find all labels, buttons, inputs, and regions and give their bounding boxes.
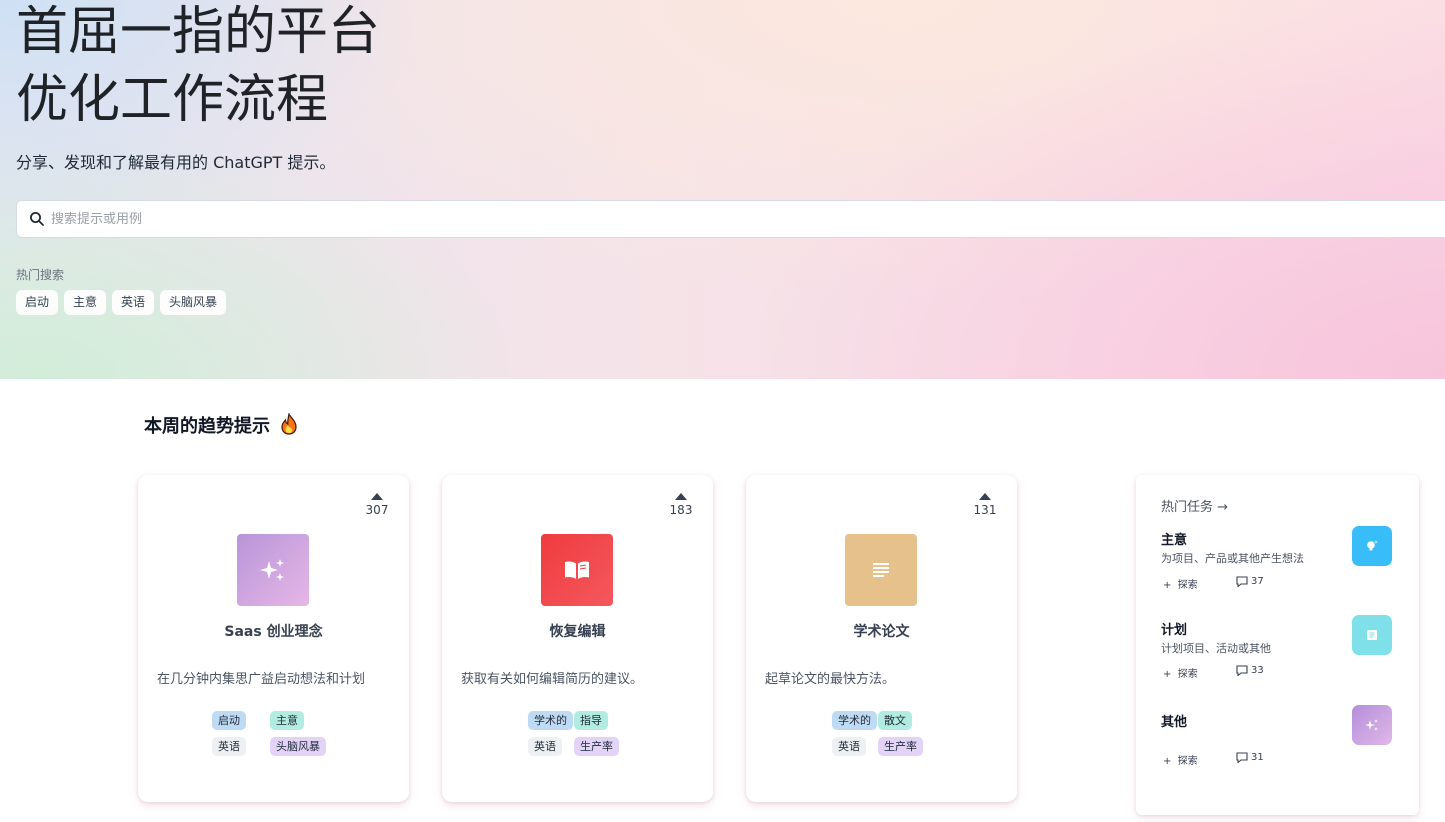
lightbulb-icon <box>1352 526 1392 566</box>
hero-title-line1: 首屈一指的平台 <box>16 2 381 62</box>
clipboard-icon <box>1352 615 1392 655</box>
hero-banner: 首屈一指的平台 优化工作流程 分享、发现和了解最有用的 ChatGPT 提示。 … <box>0 0 1445 379</box>
trending-title-text: 本周的趋势提示 <box>144 416 270 437</box>
comments-value: 37 <box>1251 576 1264 587</box>
card-tag[interactable]: 英语 <box>212 737 246 756</box>
plus-icon: + <box>1163 756 1178 767</box>
vote-count: 131 <box>973 503 997 517</box>
trending-section-title: 本周的趋势提示 <box>144 412 298 438</box>
hot-tasks-panel: 热门任务 → 主意 为项目、产品或其他产生想法 + 探索 37 计划 计划项目、… <box>1136 475 1419 815</box>
plus-icon: + <box>1163 669 1178 680</box>
comments-value: 31 <box>1251 752 1264 763</box>
popular-searches-label: 热门搜索 <box>16 268 65 282</box>
card-tag[interactable]: 英语 <box>832 737 866 756</box>
card-title: 学术论文 <box>853 624 910 640</box>
card-tag[interactable]: 主意 <box>270 711 304 730</box>
comments-value: 33 <box>1251 665 1264 676</box>
card-tag[interactable]: 头脑风暴 <box>270 737 326 756</box>
explore-label: 探索 <box>1177 580 1198 591</box>
prompt-card[interactable]: 131 学术论文 起草论文的最快方法。 学术的 散文 英语 生产率 <box>746 475 1017 802</box>
task-title[interactable]: 其他 <box>1161 711 1187 730</box>
hero-subtitle: 分享、发现和了解最有用的 ChatGPT 提示。 <box>16 153 336 172</box>
explore-label: 探索 <box>1177 669 1198 680</box>
search-bar[interactable] <box>16 200 1445 238</box>
comment-icon <box>1236 665 1248 676</box>
card-tag[interactable]: 生产率 <box>878 737 923 756</box>
task-description: 计划项目、活动或其他 <box>1161 642 1271 655</box>
card-tag[interactable]: 英语 <box>528 737 562 756</box>
comment-icon <box>1236 752 1248 763</box>
card-tag[interactable]: 生产率 <box>574 737 619 756</box>
task-description: 为项目、产品或其他产生想法 <box>1161 552 1304 565</box>
comment-icon <box>1236 576 1248 587</box>
open-book-icon <box>541 534 613 606</box>
comments-count: 31 <box>1236 752 1264 763</box>
card-tag[interactable]: 启动 <box>212 711 246 730</box>
upvote-button[interactable]: 131 <box>971 493 999 517</box>
triangle-up-icon <box>979 493 991 500</box>
explore-button[interactable]: + 探索 <box>1163 752 1198 767</box>
sparkles-icon <box>1352 705 1392 745</box>
triangle-up-icon <box>371 493 383 500</box>
sparkles-icon <box>237 534 309 606</box>
search-input[interactable] <box>51 201 1431 237</box>
comments-count: 37 <box>1236 576 1264 587</box>
upvote-button[interactable]: 183 <box>667 493 695 517</box>
upvote-button[interactable]: 307 <box>363 493 391 517</box>
explore-button[interactable]: + 探索 <box>1163 576 1198 591</box>
hero-title-line2: 优化工作流程 <box>16 70 329 130</box>
hot-tasks-link[interactable]: 热门任务 → <box>1161 496 1228 515</box>
card-title: Saas 创业理念 <box>224 624 323 640</box>
search-icon <box>30 212 44 226</box>
card-tag[interactable]: 散文 <box>878 711 912 730</box>
popular-tag-idea[interactable]: 主意 <box>64 290 107 315</box>
explore-label: 探索 <box>1177 756 1198 767</box>
card-description: 起草论文的最快方法。 <box>765 672 896 687</box>
popular-tag-startup[interactable]: 启动 <box>16 290 59 315</box>
explore-button[interactable]: + 探索 <box>1163 665 1198 680</box>
task-title[interactable]: 计划 <box>1161 619 1187 638</box>
card-title: 恢复编辑 <box>549 624 606 640</box>
plus-icon: + <box>1163 580 1178 591</box>
card-description: 获取有关如何编辑简历的建议。 <box>461 672 644 687</box>
popular-tag-brainstorm[interactable]: 头脑风暴 <box>160 290 227 315</box>
vote-count: 307 <box>365 503 389 517</box>
task-title[interactable]: 主意 <box>1161 529 1187 548</box>
vote-count: 183 <box>669 503 693 517</box>
document-lines-icon <box>845 534 917 606</box>
triangle-up-icon <box>675 493 687 500</box>
prompt-card[interactable]: 183 恢复编辑 获取有关如何编辑简历的建议。 学术的 指导 英语 生产率 <box>442 475 713 802</box>
comments-count: 33 <box>1236 665 1264 676</box>
popular-searches-tags: 启动 主意 英语 头脑风暴 <box>16 290 227 315</box>
card-tag[interactable]: 指导 <box>574 711 608 730</box>
card-description: 在几分钟内集思广益启动想法和计划 <box>157 672 366 687</box>
fire-icon <box>281 413 297 435</box>
prompt-card[interactable]: 307 Saas 创业理念 在几分钟内集思广益启动想法和计划 启动 主意 英语 … <box>138 475 409 802</box>
card-tag[interactable]: 学术的 <box>528 711 573 730</box>
card-tag[interactable]: 学术的 <box>832 711 877 730</box>
popular-tag-english[interactable]: 英语 <box>112 290 155 315</box>
